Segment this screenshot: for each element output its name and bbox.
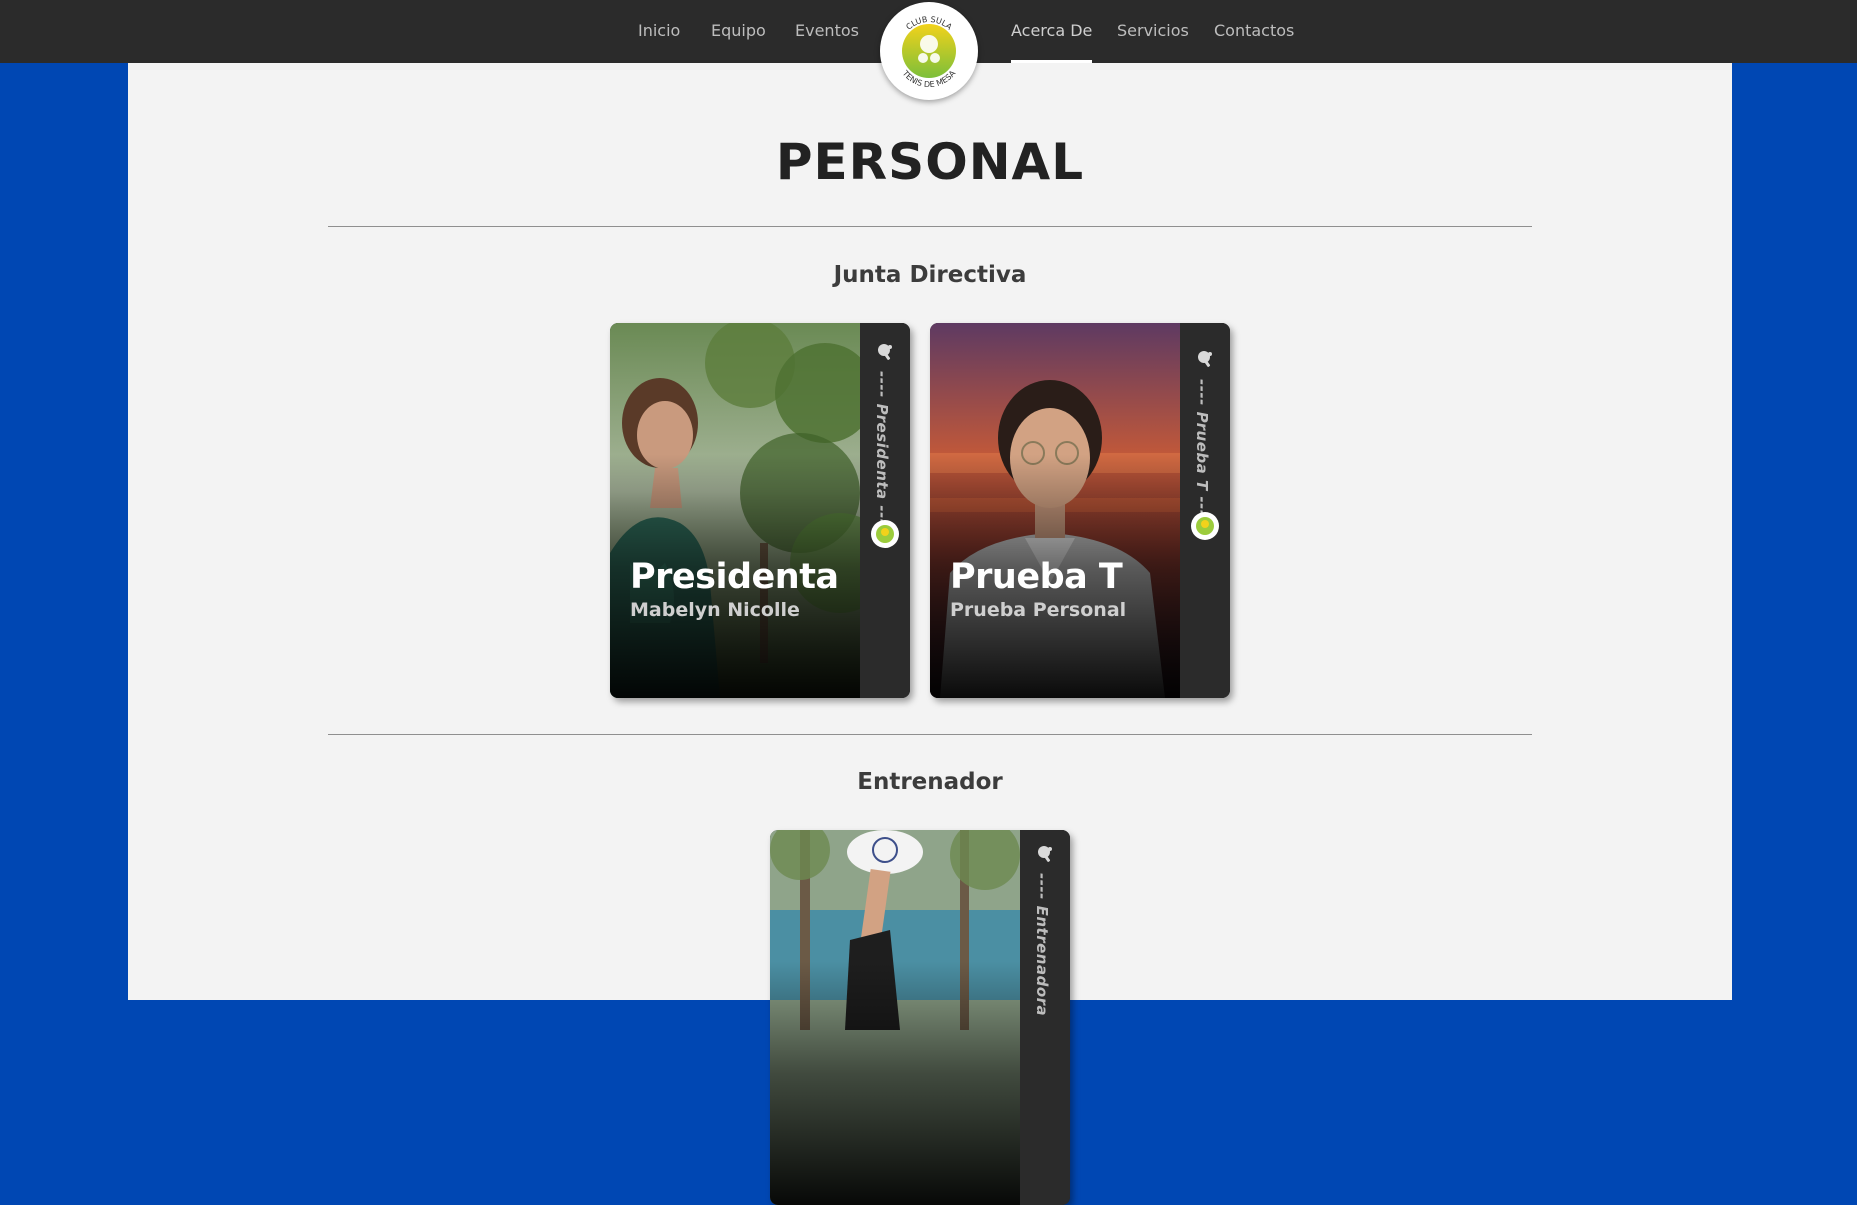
photo-shade: [610, 323, 860, 698]
club-logo[interactable]: CLUB SULA TENIS DE MESA: [880, 2, 978, 100]
card-side-strip: ---- Entrenadora: [1020, 830, 1070, 1205]
main-content: PERSONAL Junta Directiva ---- Presidenta…: [128, 63, 1732, 1205]
nav-link-equipo[interactable]: Equipo: [711, 0, 766, 63]
card-side-strip: ---- Presidenta ----: [860, 323, 910, 698]
staff-card-presidenta[interactable]: ---- Presidenta ---- Presidenta Mabelyn …: [610, 323, 910, 698]
divider-middle: [328, 734, 1532, 735]
staff-card-prueba-t[interactable]: ---- Prueba T ---- Prueba T Prueba Perso…: [930, 323, 1230, 698]
nav-link-contactos[interactable]: Contactos: [1214, 0, 1294, 63]
staff-card-entrenadora[interactable]: ---- Entrenadora: [770, 830, 1070, 1205]
ping-pong-paddle-icon: [1038, 846, 1052, 862]
nav-link-acerca-de[interactable]: Acerca De: [1011, 0, 1093, 63]
side-label: ---- Entrenadora: [1033, 873, 1051, 1017]
divider-top: [328, 226, 1532, 227]
side-label: ---- Prueba T ----: [1193, 379, 1211, 524]
side-label: ---- Presidenta ----: [873, 371, 891, 533]
ping-pong-paddle-icon: [878, 344, 892, 360]
nav-link-eventos[interactable]: Eventos: [795, 0, 859, 63]
section-title-entrenador: Entrenador: [857, 769, 1003, 795]
card-role: Presidenta: [630, 557, 839, 597]
card-side-strip: ---- Prueba T ----: [1180, 323, 1230, 698]
ping-pong-paddle-icon: [1198, 351, 1212, 367]
card-person-name: Mabelyn Nicolle: [630, 599, 800, 621]
nav-link-servicios[interactable]: Servicios: [1117, 0, 1189, 63]
photo-shade: [930, 323, 1180, 698]
page-title: PERSONAL: [775, 133, 1085, 191]
card-role: Prueba T: [950, 557, 1123, 597]
card-person-name: Prueba Personal: [950, 599, 1127, 621]
photo-shade: [770, 830, 1020, 1205]
club-mini-logo-icon: [871, 520, 899, 548]
club-mini-logo-icon: [1191, 512, 1219, 540]
nav-link-inicio[interactable]: Inicio: [638, 0, 680, 63]
section-title-junta: Junta Directiva: [833, 262, 1027, 288]
